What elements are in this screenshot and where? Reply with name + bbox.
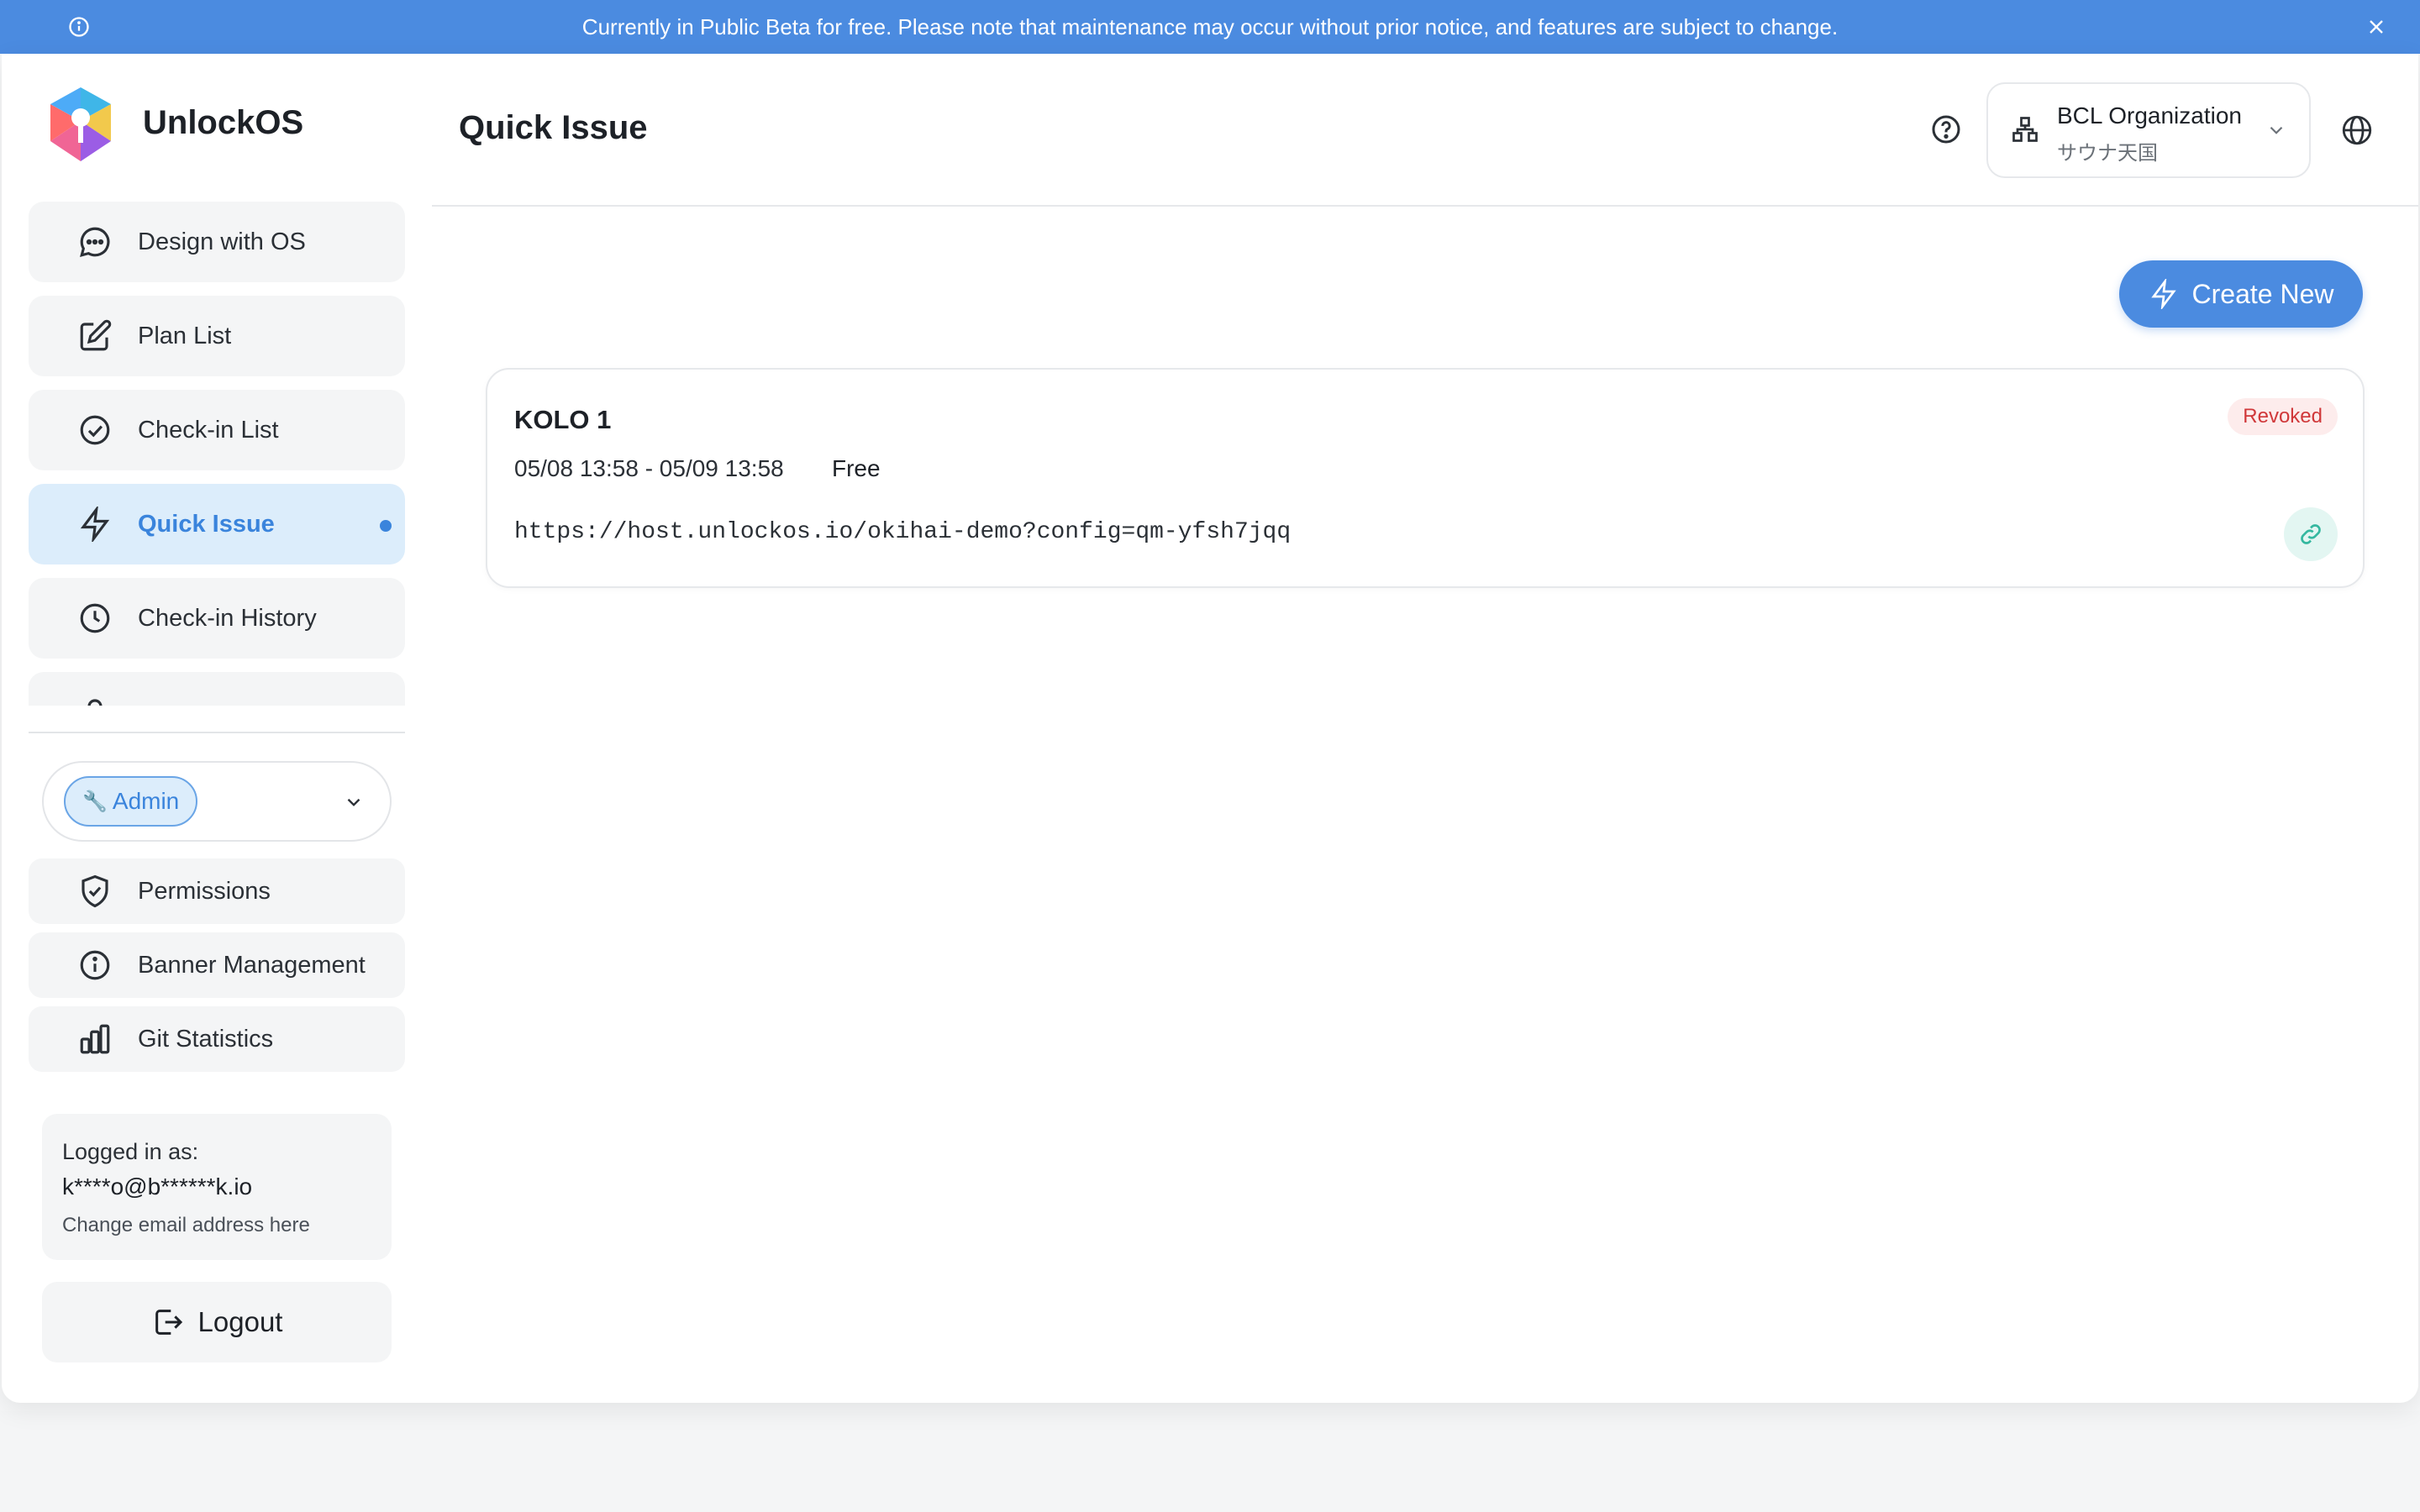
status-badge: Revoked [2228, 398, 2338, 435]
sidebar-item-label: Permissions [138, 877, 271, 905]
clock-icon [80, 603, 110, 633]
sidebar-item-label: Git Statistics [138, 1025, 274, 1053]
edit-icon [80, 319, 112, 351]
sidebar-item-check-in-list[interactable]: Check-in List [29, 390, 405, 470]
sidebar-item-label: Plan List [138, 322, 232, 349]
app-name: UnlockOS [143, 104, 304, 141]
page-title: Quick Issue [459, 109, 648, 146]
logout-button[interactable]: Logout [42, 1282, 392, 1362]
issue-url[interactable]: https://host.unlockos.io/okihai-demo?con… [514, 519, 1291, 545]
close-icon[interactable] [2365, 15, 2388, 39]
create-new-label: Create New [2191, 278, 2334, 309]
chevron-down-icon [347, 798, 360, 806]
issue-card[interactable]: KOLO 1 05/08 13:58 - 05/09 13:58 Free ht… [486, 368, 2365, 588]
link-icon [2301, 524, 2321, 544]
logout-icon [155, 1310, 182, 1335]
organization-icon [2012, 117, 2038, 142]
chat-bubble-icon [80, 227, 110, 257]
page-background [0, 1411, 2420, 1512]
sidebar-item-label: Banner Management [138, 951, 366, 979]
sidebar-item-label: Quick Issue [138, 510, 275, 538]
organization-subtitle: サウナ天国 [2057, 142, 2158, 165]
copy-link-button[interactable] [2284, 507, 2338, 561]
sidebar-item-git-statistics[interactable]: Git Statistics [29, 1006, 405, 1072]
issue-title: KOLO 1 [514, 405, 612, 434]
sidebar-item-partial[interactable] [29, 672, 405, 706]
sidebar-divider [29, 732, 405, 733]
sidebar-item-design-with-os[interactable]: Design with OS [29, 202, 405, 282]
logout-label: Logout [197, 1306, 283, 1337]
info-icon [69, 17, 89, 37]
sidebar-item-permissions[interactable]: Permissions [29, 858, 405, 924]
issue-period: 05/08 13:58 - 05/09 13:58 [514, 455, 784, 481]
sidebar-item-quick-issue[interactable]: Quick Issue [29, 484, 405, 564]
sidebar-item-banner-management[interactable]: Banner Management [29, 932, 405, 998]
admin-nav: Permissions Banner Management Git Statis… [29, 858, 405, 1080]
bar-chart-icon [80, 1024, 110, 1054]
role-label: Admin [112, 788, 180, 814]
change-email-link[interactable]: Change email address here [62, 1214, 371, 1237]
active-indicator [380, 520, 392, 532]
app-logo-icon [50, 87, 111, 161]
check-circle-icon [80, 415, 110, 445]
role-badge: 🔧 Admin [64, 776, 198, 827]
login-info-card: Logged in as: k****o@b******k.io Change … [42, 1114, 392, 1260]
user-icon [87, 699, 103, 706]
organization-name: BCL Organization [2057, 102, 2242, 129]
sidebar-item-plan-list[interactable]: Plan List [29, 296, 405, 376]
sidebar-item-check-in-history[interactable]: Check-in History [29, 578, 405, 659]
beta-banner: Currently in Public Beta for free. Pleas… [0, 0, 2420, 54]
lightning-icon [2150, 279, 2176, 309]
organization-select[interactable]: BCL Organization サウナ天国 [1986, 82, 2311, 178]
lightning-icon [80, 507, 110, 542]
chevron-down-icon [2270, 126, 2283, 134]
status-label: Revoked [2243, 405, 2323, 428]
user-email: k****o@b******k.io [62, 1173, 253, 1200]
create-new-button[interactable]: Create New [2119, 260, 2363, 328]
shield-check-icon [82, 874, 108, 908]
help-icon[interactable] [1929, 113, 1963, 146]
wrench-icon: 🔧 [82, 790, 108, 813]
role-select[interactable]: 🔧 Admin [42, 761, 392, 842]
info-icon [80, 950, 110, 980]
sidebar-item-label: Check-in List [138, 416, 279, 444]
sidebar-item-label: Design with OS [138, 228, 306, 255]
globe-icon[interactable] [2339, 113, 2375, 148]
sidebar-item-label: Check-in History [138, 604, 317, 632]
header-divider [432, 205, 2418, 207]
issue-type: Free [832, 455, 881, 481]
banner-text: Currently in Public Beta for free. Pleas… [581, 13, 1839, 39]
sidebar-nav: Design with OS Plan List Check-in List Q… [29, 202, 405, 706]
logged-in-label: Logged in as: [62, 1139, 199, 1164]
